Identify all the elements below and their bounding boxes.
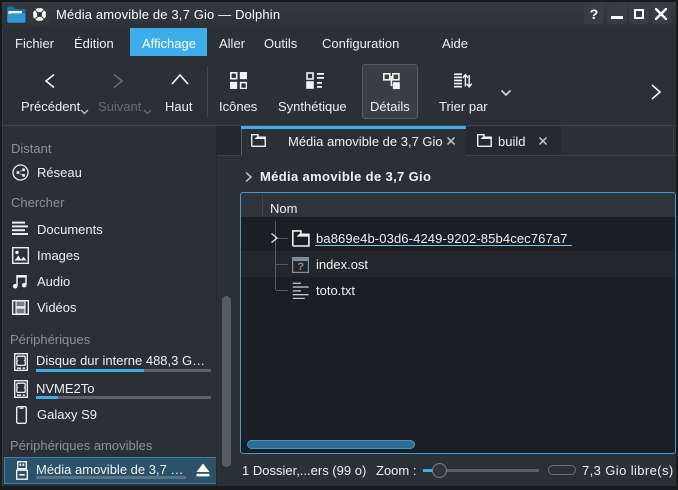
svg-text:?: ? — [297, 261, 304, 273]
